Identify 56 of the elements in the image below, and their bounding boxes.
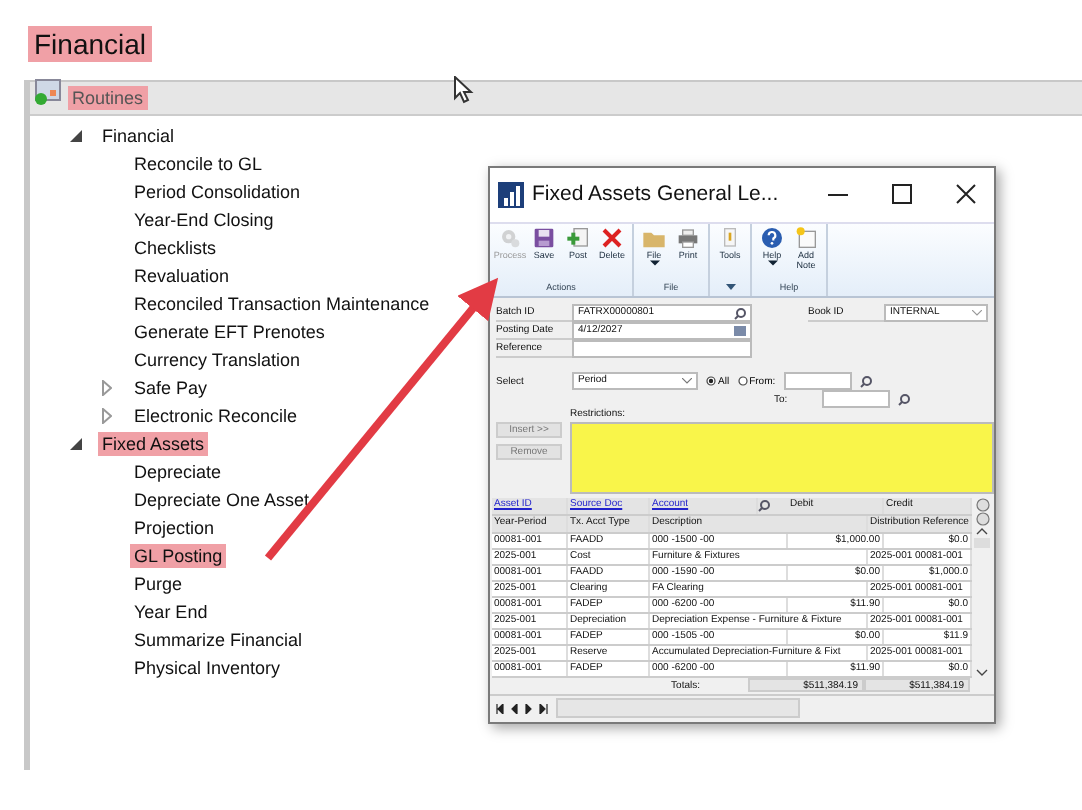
- window-title: Fixed Assets General Le...: [532, 182, 781, 207]
- to-field[interactable]: [822, 390, 890, 408]
- collapsed-arrow-icon[interactable]: [102, 380, 112, 396]
- note-icon[interactable]: [794, 225, 818, 250]
- tree-item[interactable]: Depreciate One Asset: [130, 488, 314, 512]
- scrollbar-thumb[interactable]: [974, 538, 990, 548]
- reference-field[interactable]: [572, 340, 752, 358]
- bar-chart-icon: [498, 181, 524, 208]
- tree-item[interactable]: Year-End Closing: [130, 208, 278, 232]
- tree-item[interactable]: Fixed Assets: [98, 432, 209, 456]
- lookup-icon[interactable]: [758, 500, 770, 512]
- radio-icon[interactable]: [706, 376, 716, 386]
- expanded-arrow-icon[interactable]: [70, 438, 82, 450]
- tree-item[interactable]: Financial: [98, 124, 179, 148]
- tree-item[interactable]: Safe Pay: [130, 376, 212, 400]
- calendar-icon: [34, 78, 62, 106]
- record-navigation-icon[interactable]: [496, 703, 548, 714]
- collapsed-arrow-icon[interactable]: [102, 408, 112, 424]
- caret-icon[interactable]: [649, 259, 659, 266]
- from-field[interactable]: [783, 372, 852, 390]
- lookup-icon[interactable]: [734, 307, 746, 319]
- tree-item[interactable]: Electronic Reconcile: [130, 404, 302, 428]
- panel-title[interactable]: Routines: [68, 86, 148, 110]
- scroll-up-icon[interactable]: [976, 526, 988, 538]
- maximize-icon[interactable]: [892, 184, 912, 205]
- chevron-down-icon[interactable]: [972, 310, 982, 316]
- note-field[interactable]: [556, 698, 800, 719]
- mouse-pointer-icon: [454, 76, 474, 104]
- tree-item[interactable]: Period Consolidation: [130, 180, 305, 204]
- page-title: Financial: [28, 26, 153, 62]
- tree-item[interactable]: Reconcile to GL: [130, 152, 267, 176]
- tree-item[interactable]: Revaluation: [130, 264, 234, 288]
- tree-item[interactable]: Checklists: [130, 236, 221, 260]
- expanded-arrow-icon[interactable]: [70, 130, 82, 142]
- scroll-down-icon[interactable]: [976, 666, 988, 678]
- tree-item[interactable]: Physical Inventory: [130, 656, 285, 680]
- tree-item[interactable]: Year End: [130, 600, 212, 624]
- tree-item[interactable]: Summarize Financial: [130, 628, 307, 652]
- tree-item[interactable]: Depreciate: [130, 460, 226, 484]
- radio-icon[interactable]: [737, 376, 748, 386]
- chevron-down-icon[interactable]: [682, 378, 692, 384]
- lookup-icon[interactable]: [859, 375, 872, 387]
- tree-item[interactable]: GL Posting: [130, 544, 227, 568]
- tree-item[interactable]: Purge: [130, 572, 187, 596]
- tree-item[interactable]: Generate EFT Prenotes: [130, 320, 329, 344]
- tree-item[interactable]: Reconciled Transaction Maintenance: [130, 292, 434, 316]
- close-icon[interactable]: [956, 184, 976, 205]
- post-icon[interactable]: [566, 225, 590, 250]
- caret-icon[interactable]: [767, 259, 777, 266]
- dropdown-arrow-icon[interactable]: [725, 284, 735, 290]
- printer-icon[interactable]: [676, 225, 700, 250]
- lookup-icon[interactable]: [898, 393, 910, 405]
- help-icon[interactable]: [760, 225, 784, 250]
- tree-item[interactable]: Projection: [130, 516, 219, 540]
- tree-item[interactable]: Currency Translation: [130, 348, 305, 372]
- delete-icon[interactable]: [600, 225, 624, 250]
